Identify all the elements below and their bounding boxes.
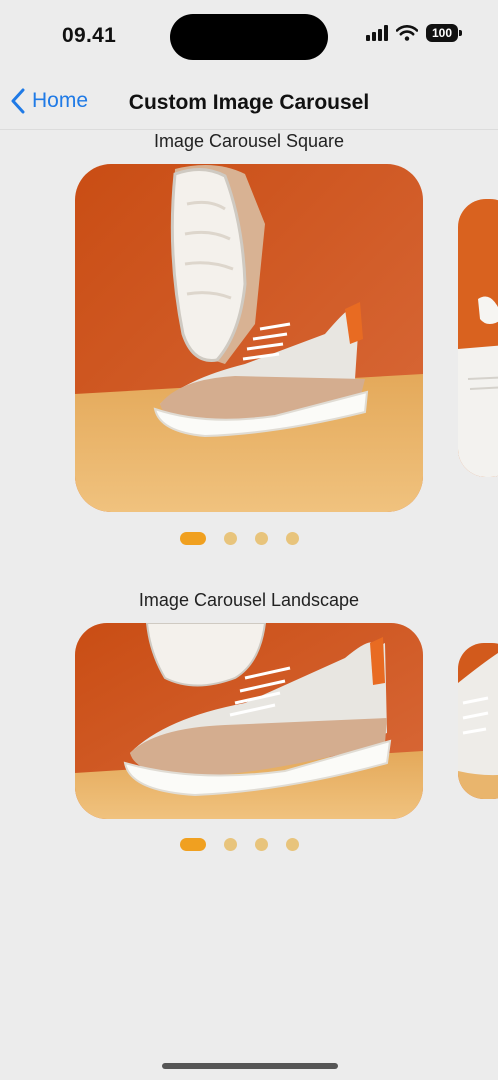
page-dot-1[interactable] [180,838,206,851]
sneaker-image-next [458,199,498,477]
status-bar: 09.41 100 [0,0,498,74]
navigation-bar: Home Custom Image Carousel [0,78,498,130]
page-title: Custom Image Carousel [128,91,370,114]
section-title-square: Image Carousel Square [153,131,345,151]
carousel-landscape-card[interactable] [75,623,423,819]
page-dot-2[interactable] [224,838,237,851]
status-time: 09.41 [62,24,117,47]
home-indicator[interactable] [162,1063,338,1069]
sneaker-image-landscape-next [458,643,498,799]
section-title-landscape: Image Carousel Landscape [138,590,360,610]
status-icons: 100 [366,24,462,42]
page-dot-2[interactable] [224,532,237,545]
page-dot-1[interactable] [180,532,206,545]
sneaker-image-landscape [75,623,423,819]
cellular-signal-icon [366,25,388,41]
page-dot-4[interactable] [286,838,299,851]
page-dot-3[interactable] [255,532,268,545]
carousel-landscape-page-indicator [180,838,299,851]
page-dot-3[interactable] [255,838,268,851]
carousel-square-card[interactable] [75,164,423,512]
battery-icon: 100 [426,24,462,42]
wifi-icon [396,25,418,41]
carousel-square-page-indicator [180,532,299,545]
page-dot-4[interactable] [286,532,299,545]
carousel-square-next-card[interactable] [458,199,498,477]
dynamic-island [170,14,328,60]
sneaker-image [75,164,423,512]
carousel-landscape-next-card[interactable] [458,643,498,799]
